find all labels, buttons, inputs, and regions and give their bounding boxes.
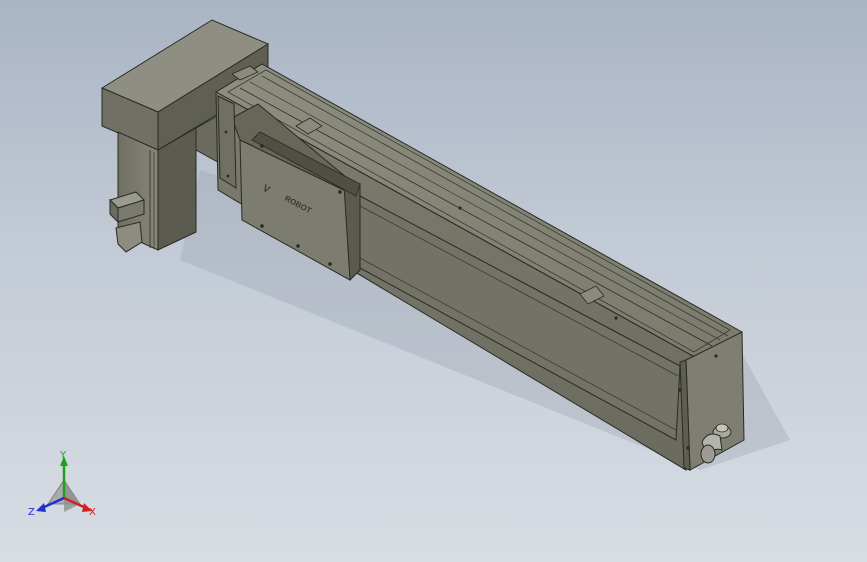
graphics-viewport[interactable]: V ROBOT Y X Z <box>0 0 867 562</box>
linear-actuator-model[interactable]: V ROBOT Y X Z <box>0 0 867 562</box>
orientation-triad: Y X Z <box>28 450 96 518</box>
z-axis-label: Z <box>28 507 35 518</box>
y-axis-label: Y <box>59 450 67 461</box>
z-axis-arrow <box>36 503 46 512</box>
side-plate <box>217 95 237 189</box>
x-axis-label: X <box>89 507 96 518</box>
